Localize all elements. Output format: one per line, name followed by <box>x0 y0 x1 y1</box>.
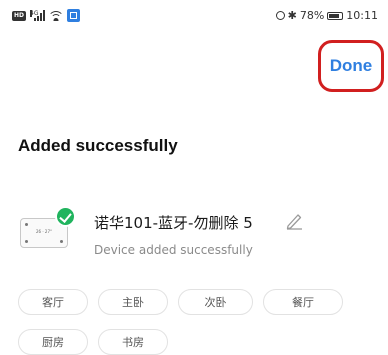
done-highlight-ring: Done <box>318 40 384 92</box>
battery-icon <box>327 11 344 20</box>
battery-percent: 78% <box>299 9 325 22</box>
hd-icon: HD <box>12 10 26 21</box>
clock-time: 10:11 <box>346 9 378 22</box>
edit-pencil-icon[interactable] <box>284 212 304 230</box>
room-chip-dining-room[interactable]: 餐厅 <box>263 289 343 315</box>
device-screen-text: 26 · 27° <box>36 229 52 234</box>
device-name: 诺华101-蓝牙-勿删除 5 <box>94 214 253 232</box>
room-chip-second-bedroom[interactable]: 次卧 <box>178 289 253 315</box>
app-notification-icon <box>67 9 80 22</box>
success-check-icon <box>55 206 76 227</box>
room-chip-study[interactable]: 书房 <box>98 329 168 355</box>
room-chip-master-bedroom[interactable]: 主卧 <box>98 289 168 315</box>
device-thumbnail: 26 · 27° <box>20 206 76 250</box>
alarm-icon <box>275 11 285 20</box>
bluetooth-icon: ✱ <box>287 9 297 22</box>
room-chip-kitchen[interactable]: 厨房 <box>18 329 88 355</box>
status-bar: HD 4G ✱ 78% 10:11 <box>0 0 388 34</box>
wifi-icon <box>49 10 63 21</box>
page-title: Added successfully <box>18 136 178 155</box>
done-button[interactable]: Done <box>330 56 373 76</box>
cellular-signal-icon: 4G <box>30 10 45 21</box>
device-status-text: Device added successfully <box>94 243 253 257</box>
signal-type-label: 4G <box>30 10 39 17</box>
room-chip-living-room[interactable]: 客厅 <box>18 289 88 315</box>
